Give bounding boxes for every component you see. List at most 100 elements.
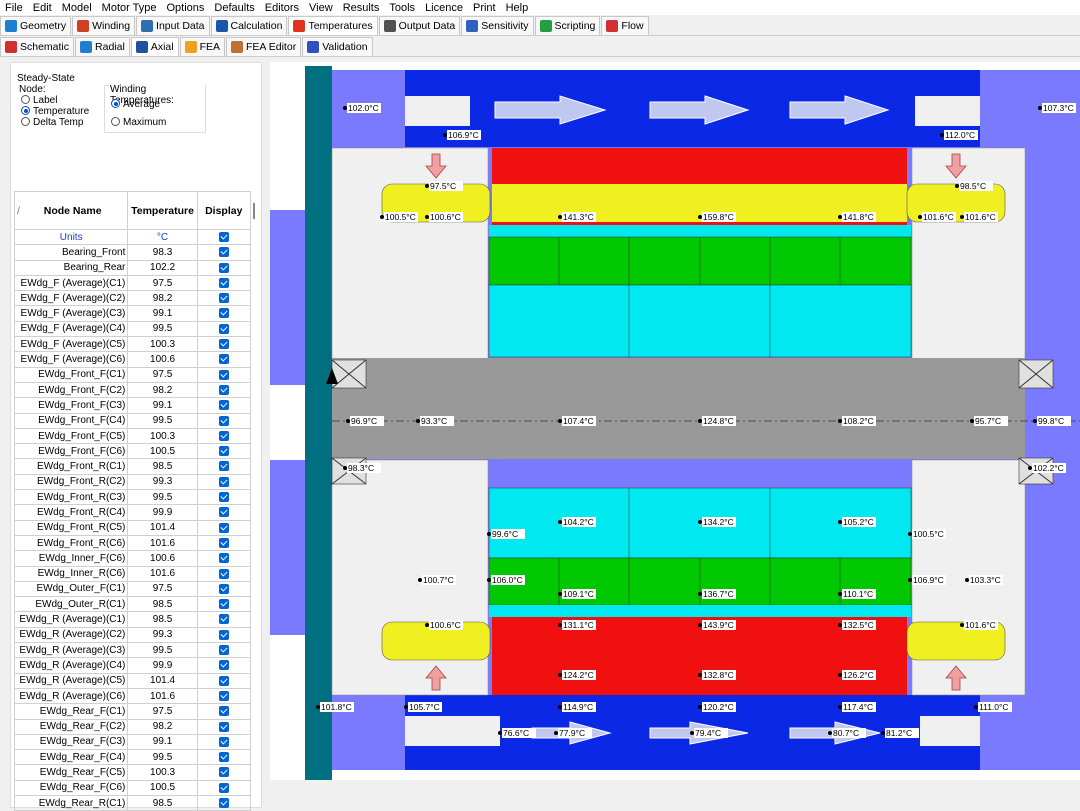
tab-fea-editor[interactable]: FEA Editor xyxy=(226,37,302,56)
display-cell[interactable] xyxy=(196,749,251,766)
node-option-label[interactable]: Label xyxy=(21,95,89,106)
table-row[interactable]: EWdg_F (Average)(C3) 99.1 xyxy=(13,305,258,322)
tab-axial[interactable]: Axial xyxy=(130,37,179,56)
checkbox-icon[interactable] xyxy=(218,293,229,304)
checkbox-icon[interactable] xyxy=(218,767,229,778)
checkbox-icon[interactable] xyxy=(218,476,229,487)
tab-calculation[interactable]: Calculation xyxy=(210,16,288,35)
checkbox-icon[interactable] xyxy=(218,690,229,701)
table-row[interactable]: EWdg_Front_F(C1) 97.5 xyxy=(13,366,258,383)
tab-scripting[interactable]: Scripting xyxy=(534,16,601,35)
display-cell[interactable] xyxy=(196,458,251,475)
menu-item-motor-type[interactable]: Motor Type xyxy=(102,2,157,14)
display-cell[interactable] xyxy=(196,397,251,414)
radio-icon[interactable] xyxy=(21,117,30,126)
checkbox-icon[interactable] xyxy=(218,736,229,747)
checkbox-icon[interactable] xyxy=(218,400,229,411)
table-row[interactable]: EWdg_Front_R(C3) 99.5 xyxy=(13,489,258,506)
checkbox-icon[interactable] xyxy=(218,461,229,472)
display-cell[interactable] xyxy=(196,320,251,338)
table-row[interactable]: EWdg_Rear_F(C5) 100.3 xyxy=(13,764,258,781)
display-cell[interactable] xyxy=(196,779,251,796)
table-row[interactable]: EWdg_Front_R(C1) 98.5 xyxy=(13,458,258,475)
table-row[interactable]: EWdg_Rear_R(C1) 98.5 xyxy=(13,794,258,811)
checkbox-icon[interactable] xyxy=(218,522,229,533)
display-cell[interactable] xyxy=(196,687,251,705)
checkbox-icon[interactable] xyxy=(218,430,229,441)
tab-winding[interactable]: Winding xyxy=(72,16,136,35)
checkbox-icon[interactable] xyxy=(218,507,229,518)
node-option-delta[interactable]: Delta Temp xyxy=(21,117,89,128)
checkbox-icon[interactable] xyxy=(218,721,229,732)
menu-item-view[interactable]: View xyxy=(309,2,333,14)
display-cell[interactable] xyxy=(196,764,251,781)
menu-item-tools[interactable]: Tools xyxy=(389,2,415,14)
radio-icon[interactable] xyxy=(21,95,30,104)
table-row[interactable]: EWdg_Rear_F(C4) 99.5 xyxy=(13,749,258,766)
table-row[interactable]: Bearing_Rear 102.2 xyxy=(13,259,258,276)
checkbox-icon[interactable] xyxy=(218,446,229,457)
display-cell[interactable] xyxy=(196,534,251,552)
display-cell[interactable] xyxy=(196,290,251,307)
checkbox-icon[interactable] xyxy=(218,247,229,258)
checkbox-icon[interactable] xyxy=(218,797,229,808)
column-header-node-name[interactable]: / Node Name xyxy=(13,191,129,230)
display-cell[interactable] xyxy=(196,351,251,368)
display-cell[interactable] xyxy=(196,244,251,261)
checkbox-icon[interactable] xyxy=(218,706,229,717)
display-cell[interactable] xyxy=(196,703,251,720)
menu-item-defaults[interactable]: Defaults xyxy=(214,2,254,14)
checkbox-icon[interactable] xyxy=(218,660,229,671)
table-row[interactable]: EWdg_Rear_F(C2) 98.2 xyxy=(13,718,258,735)
display-cell[interactable] xyxy=(196,336,251,353)
menu-item-model[interactable]: Model xyxy=(62,2,92,14)
table-row[interactable]: EWdg_R (Average)(C3) 99.5 xyxy=(13,642,258,659)
tab-flow[interactable]: Flow xyxy=(601,16,649,35)
table-row[interactable]: EWdg_Front_F(C2) 98.2 xyxy=(13,381,258,399)
display-cell[interactable] xyxy=(196,718,251,735)
table-row[interactable]: EWdg_Inner_R(C6) 101.6 xyxy=(13,565,258,582)
menu-item-editors[interactable]: Editors xyxy=(265,2,299,14)
checkbox-icon[interactable] xyxy=(218,782,229,793)
column-header-temperature[interactable]: Temperature xyxy=(127,191,198,230)
display-cell[interactable] xyxy=(196,427,251,445)
table-row[interactable]: EWdg_Front_R(C4) 99.9 xyxy=(13,504,258,521)
tab-validation[interactable]: Validation xyxy=(302,37,373,56)
tab-input-data[interactable]: Input Data xyxy=(136,16,210,35)
checkbox-icon[interactable] xyxy=(218,277,229,288)
display-cell[interactable] xyxy=(196,489,251,506)
display-cell[interactable] xyxy=(196,473,251,491)
table-row[interactable]: EWdg_R (Average)(C2) 99.3 xyxy=(13,626,258,644)
tab-geometry[interactable]: Geometry xyxy=(0,16,72,35)
table-row[interactable]: EWdg_Front_F(C3) 99.1 xyxy=(13,397,258,414)
table-row[interactable]: EWdg_R (Average)(C1) 98.5 xyxy=(13,611,258,628)
table-row[interactable]: EWdg_F (Average)(C1) 97.5 xyxy=(13,274,258,292)
table-row[interactable]: EWdg_Inner_F(C6) 100.6 xyxy=(13,550,258,567)
checkbox-icon[interactable] xyxy=(218,354,229,365)
table-row[interactable]: EWdg_Rear_F(C3) 99.1 xyxy=(13,733,258,751)
winding-option-average[interactable]: Average xyxy=(111,99,160,110)
checkbox-icon[interactable] xyxy=(218,614,229,625)
tab-radial[interactable]: Radial xyxy=(75,37,130,56)
display-cell[interactable] xyxy=(196,794,251,811)
table-row[interactable]: EWdg_Outer_F(C1) 97.5 xyxy=(13,580,258,598)
table-row[interactable]: EWdg_Front_R(C6) 101.6 xyxy=(13,534,258,552)
table-row[interactable]: EWdg_F (Average)(C6) 100.6 xyxy=(13,351,258,368)
checkbox-icon[interactable] xyxy=(218,599,229,610)
table-row[interactable]: EWdg_Rear_F(C6) 100.5 xyxy=(13,779,258,796)
checkbox-icon[interactable] xyxy=(218,629,229,640)
checkbox-icon[interactable] xyxy=(218,675,229,686)
winding-option-maximum[interactable]: Maximum xyxy=(111,117,166,128)
checkbox-icon[interactable] xyxy=(218,339,229,350)
checkbox-icon[interactable] xyxy=(218,537,229,548)
tab-output-data[interactable]: Output Data xyxy=(378,16,461,35)
checkbox-icon[interactable] xyxy=(218,415,229,426)
table-scrollbar[interactable] xyxy=(250,191,258,230)
tab-temperatures[interactable]: Temperatures xyxy=(288,16,378,35)
display-cell[interactable] xyxy=(196,672,251,689)
display-cell[interactable] xyxy=(196,381,251,399)
table-row[interactable]: EWdg_R (Average)(C5) 101.4 xyxy=(13,672,258,689)
radio-icon[interactable] xyxy=(111,117,120,126)
checkbox-icon[interactable] xyxy=(218,369,229,380)
display-cell[interactable] xyxy=(196,596,251,613)
